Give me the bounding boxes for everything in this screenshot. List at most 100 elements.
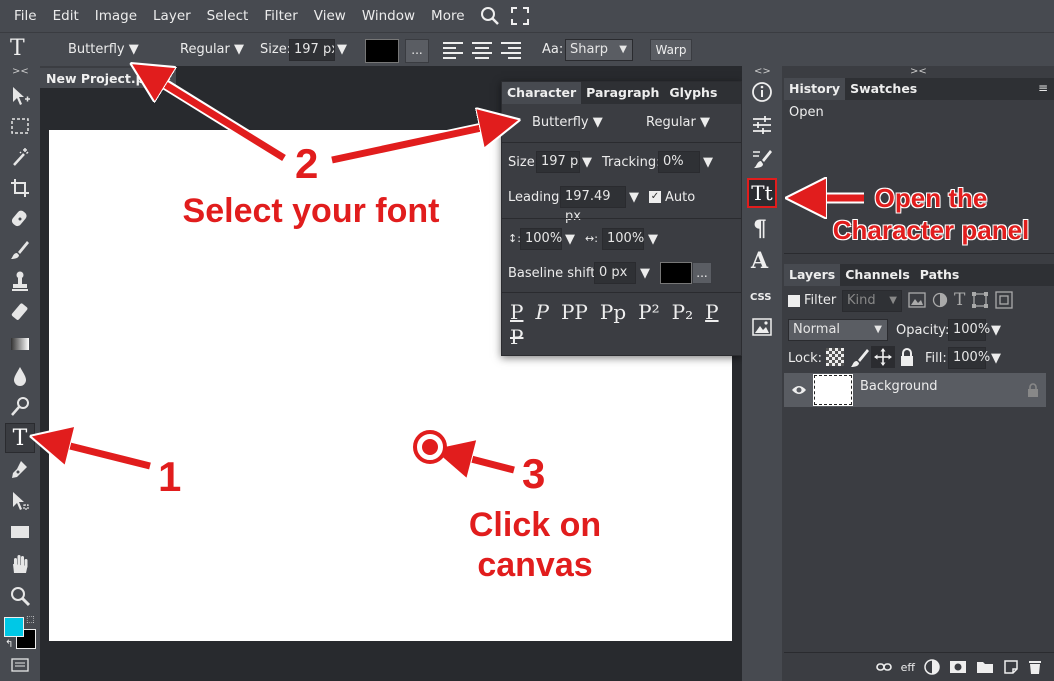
tab-character[interactable]: Character bbox=[502, 82, 582, 104]
layer-effects-button[interactable]: eff bbox=[901, 661, 915, 674]
adjustment-layer-icon[interactable] bbox=[924, 659, 940, 675]
lock-transparency-icon[interactable] bbox=[826, 348, 844, 366]
character-panel-icon[interactable]: Tt bbox=[747, 178, 777, 208]
lock-all-icon[interactable] bbox=[899, 347, 915, 367]
document-tab[interactable]: New Project.p... ✕ bbox=[40, 66, 176, 88]
layer-row[interactable]: Background bbox=[784, 373, 1046, 407]
baseline-shift-arrow[interactable]: ▼ bbox=[640, 266, 650, 281]
tab-channels[interactable]: Channels bbox=[840, 264, 915, 286]
underline-button[interactable]: P bbox=[705, 300, 718, 324]
menu-window[interactable]: Window bbox=[354, 8, 423, 24]
lock-pixels-icon[interactable] bbox=[849, 347, 869, 367]
vertical-scale-input[interactable]: 100% bbox=[520, 228, 562, 250]
menu-image[interactable]: Image bbox=[87, 8, 145, 24]
fullscreen-icon[interactable] bbox=[507, 3, 533, 29]
paragraph-icon[interactable]: ¶ bbox=[753, 216, 767, 242]
opacity-arrow[interactable]: ▼ bbox=[991, 323, 1001, 338]
char-color-swatch[interactable] bbox=[660, 262, 692, 284]
kind-dropdown[interactable]: Kind ▼ bbox=[842, 290, 902, 312]
more-options-button[interactable]: ... bbox=[405, 39, 429, 63]
menu-view[interactable]: View bbox=[306, 8, 354, 24]
link-layers-icon[interactable] bbox=[875, 662, 892, 672]
char-size-arrow[interactable]: ▼ bbox=[582, 155, 592, 170]
marquee-tool-icon[interactable] bbox=[6, 112, 34, 140]
font-style-dropdown[interactable]: Regular ▼ bbox=[180, 42, 244, 57]
move-tool-icon[interactable] bbox=[6, 82, 34, 110]
menu-filter[interactable]: Filter bbox=[256, 8, 305, 24]
foreground-color-swatch[interactable] bbox=[4, 617, 24, 637]
blur-tool-icon[interactable] bbox=[6, 362, 34, 390]
close-icon[interactable]: ✕ bbox=[161, 70, 172, 85]
brush-settings-icon[interactable] bbox=[751, 148, 773, 170]
quick-mask-icon[interactable] bbox=[11, 658, 29, 672]
faux-bold-button[interactable]: P bbox=[510, 300, 523, 324]
char-style-dropdown[interactable]: Regular ▼ bbox=[646, 115, 710, 130]
horizontal-scale-input[interactable]: 100% bbox=[602, 228, 644, 250]
adjustments-icon[interactable] bbox=[751, 114, 773, 136]
menu-select[interactable]: Select bbox=[199, 8, 257, 24]
strikethrough-button[interactable]: P bbox=[510, 325, 523, 349]
new-layer-icon[interactable] bbox=[1003, 659, 1019, 675]
brush-tool-icon[interactable] bbox=[6, 236, 34, 264]
baseline-shift-input[interactable]: 0 px bbox=[594, 262, 636, 284]
filter-smart-object-icon[interactable] bbox=[995, 291, 1013, 309]
new-group-icon[interactable] bbox=[976, 660, 994, 674]
collapse-icon[interactable]: >< bbox=[12, 66, 29, 77]
leading-arrow[interactable]: ▼ bbox=[629, 190, 639, 205]
filter-pixel-icon[interactable] bbox=[908, 292, 926, 308]
info-icon[interactable] bbox=[751, 81, 773, 103]
size-input[interactable]: 197 px bbox=[289, 39, 335, 61]
path-select-icon[interactable] bbox=[6, 487, 34, 515]
menu-edit[interactable]: Edit bbox=[45, 8, 87, 24]
type-tool-icon[interactable]: T bbox=[5, 423, 35, 453]
magic-wand-icon[interactable] bbox=[6, 143, 34, 171]
panel-menu-icon[interactable]: ≡ bbox=[1032, 78, 1054, 100]
char-more-button[interactable]: ... bbox=[692, 262, 712, 284]
menu-layer[interactable]: Layer bbox=[145, 8, 199, 24]
tab-paragraph[interactable]: Paragraph bbox=[581, 82, 664, 104]
blend-mode-dropdown[interactable]: Normal ▼ bbox=[788, 319, 888, 341]
healing-brush-icon[interactable] bbox=[6, 205, 34, 233]
search-icon[interactable] bbox=[477, 3, 503, 29]
swap-colors-icon[interactable]: ⬚ bbox=[26, 615, 35, 625]
subscript-button[interactable]: P₂ bbox=[672, 300, 693, 324]
horizontal-scale-arrow[interactable]: ▼ bbox=[648, 232, 658, 247]
size-dropdown-arrow[interactable]: ▼ bbox=[337, 42, 347, 57]
font-family-dropdown[interactable]: Butterfly ▼ bbox=[68, 42, 139, 57]
layer-name[interactable]: Background bbox=[860, 379, 938, 394]
eraser-tool-icon[interactable] bbox=[6, 298, 34, 326]
collapse-strip-icon[interactable]: <> bbox=[754, 66, 771, 77]
tab-paths[interactable]: Paths bbox=[915, 264, 965, 286]
hand-tool-icon[interactable] bbox=[6, 550, 34, 578]
css-icon[interactable]: CSS bbox=[750, 292, 771, 303]
add-mask-icon[interactable] bbox=[949, 660, 967, 674]
clone-stamp-icon[interactable] bbox=[6, 267, 34, 295]
menu-file[interactable]: File bbox=[6, 8, 45, 24]
char-font-dropdown[interactable]: Butterfly ▼ bbox=[532, 115, 603, 130]
align-right-icon[interactable] bbox=[500, 41, 522, 59]
zoom-tool-icon[interactable] bbox=[6, 582, 34, 610]
faux-italic-button[interactable]: P bbox=[535, 300, 548, 324]
tracking-input[interactable]: 0% bbox=[658, 151, 700, 173]
filter-type-icon[interactable]: T bbox=[954, 290, 965, 310]
menu-more[interactable]: More bbox=[423, 8, 472, 24]
text-color-swatch[interactable] bbox=[365, 39, 399, 63]
vertical-scale-arrow[interactable]: ▼ bbox=[565, 232, 575, 247]
lock-position-icon[interactable] bbox=[871, 346, 895, 368]
dodge-tool-icon[interactable] bbox=[6, 393, 34, 421]
small-caps-button[interactable]: Pp bbox=[600, 300, 626, 324]
filter-shape-icon[interactable] bbox=[971, 291, 989, 309]
align-center-icon[interactable] bbox=[471, 41, 493, 59]
tab-history[interactable]: History bbox=[784, 78, 846, 100]
opacity-input[interactable]: 100% bbox=[948, 319, 990, 341]
tracking-arrow[interactable]: ▼ bbox=[703, 155, 713, 170]
all-caps-button[interactable]: PP bbox=[561, 300, 588, 324]
reset-colors-icon[interactable]: ↰ bbox=[5, 639, 13, 650]
rectangle-tool-icon[interactable] bbox=[6, 518, 34, 546]
tab-swatches[interactable]: Swatches bbox=[845, 78, 922, 100]
auto-leading-checkbox[interactable]: ✓ bbox=[649, 191, 661, 203]
image-icon[interactable] bbox=[752, 318, 772, 336]
tab-glyphs[interactable]: Glyphs bbox=[664, 82, 722, 104]
crop-tool-icon[interactable] bbox=[6, 174, 34, 202]
char-size-input[interactable]: 197 px bbox=[536, 151, 580, 173]
